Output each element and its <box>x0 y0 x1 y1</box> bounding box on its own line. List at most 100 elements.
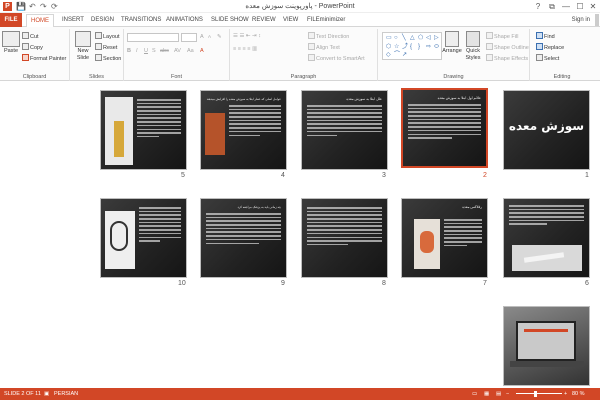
clear-formatting-icon[interactable]: ✎ <box>217 33 222 41</box>
clipboard-group-label: Clipboard <box>22 74 47 80</box>
slide-sorter-view-icon[interactable]: ▦ <box>484 388 489 400</box>
slide-thumbnail-1[interactable]: سوزش معده <box>503 90 590 170</box>
shape-effects-button[interactable]: Shape Effects <box>486 54 528 63</box>
minimize-button[interactable]: — <box>559 0 573 13</box>
slide-3-header: علل ابتلا به سوزش معده <box>346 97 382 101</box>
cut-button[interactable]: Cut <box>22 32 39 41</box>
slide-number-6: 6 <box>585 280 589 287</box>
bold-button[interactable]: B <box>127 47 131 55</box>
close-button[interactable]: ✕ <box>586 0 600 13</box>
slide-10-preview <box>100 198 187 278</box>
pencil-icon <box>486 43 493 50</box>
slide-thumbnail-3[interactable]: علل ابتلا به سوزش معده <box>301 90 388 170</box>
tab-view[interactable]: VIEW <box>279 14 302 27</box>
slides-group-label: Slides <box>89 74 104 80</box>
align-icons[interactable]: ≡ ≡ ≡ ≡ ▥ <box>233 45 257 53</box>
tab-slide-show[interactable]: SLIDE SHOW <box>207 14 253 27</box>
slide-6-preview <box>503 198 590 278</box>
zoom-slider[interactable] <box>516 393 562 394</box>
copy-icon <box>22 43 29 50</box>
strikethrough-button[interactable]: abc <box>160 47 169 55</box>
zoom-in-button[interactable]: + <box>564 388 567 400</box>
tab-insert[interactable]: INSERT <box>58 14 88 27</box>
shape-fill-label: Shape Fill <box>494 34 519 40</box>
ribbon-tabs: FILE HOME INSERT DESIGN TRANSITIONS ANIM… <box>0 13 600 28</box>
zoom-level[interactable]: 80 % <box>572 388 585 400</box>
shapes-gallery[interactable]: ▭ ○ ╲ △ ⬠ ◁ ▷ ⬡ ☆ ⤴{} ⇨ ⬭ ◇ ⌒ ↗ <box>382 32 442 60</box>
shape-outline-button[interactable]: Shape Outline <box>486 43 529 52</box>
change-case-button[interactable]: Aa <box>187 47 194 55</box>
slide-4-header: عوامل اصلی که خطر ابتلا به سوزش معده را … <box>206 97 281 101</box>
tab-transitions[interactable]: TRANSITIONS <box>117 14 165 27</box>
help-icon[interactable]: ? <box>531 0 545 13</box>
replace-button[interactable]: Replace <box>536 43 564 52</box>
replace-icon <box>536 43 543 50</box>
slide-thumbnail-5[interactable] <box>100 90 187 170</box>
text-direction-button[interactable]: Text Direction <box>308 32 349 41</box>
copy-button[interactable]: Copy <box>22 43 43 52</box>
grow-font-button[interactable]: A <box>200 33 204 41</box>
slide-thumbnail-4[interactable]: عوامل اصلی که خطر ابتلا به سوزش معده را … <box>200 90 287 170</box>
font-name-dropdown[interactable] <box>127 33 179 42</box>
proofing-icon[interactable]: ▣ <box>44 388 49 400</box>
new-slide-button[interactable]: New Slide <box>72 31 94 62</box>
font-size-dropdown[interactable] <box>181 33 197 42</box>
bullets-icon[interactable]: ☰ ☰ ⇤ ⇥ ↕ <box>233 32 261 40</box>
font-group-label: Font <box>170 74 182 80</box>
section-label: Section <box>103 56 122 62</box>
find-button[interactable]: Find <box>536 32 555 41</box>
slide-number-1: 1 <box>585 172 589 179</box>
slide-7-preview: رفلاکس معده <box>401 198 488 278</box>
reset-button[interactable]: Reset <box>95 43 117 52</box>
slide-9-preview: چه زمانی باید به پزشک مراجعه کرد <box>200 198 287 278</box>
zoom-out-button[interactable]: − <box>506 388 509 400</box>
slide-thumbnail-6[interactable] <box>503 198 590 278</box>
slide-8-body-lines <box>307 207 382 257</box>
slide-thumbnail-2[interactable]: علائم اول ابتلا به سوزش معده <box>401 88 488 168</box>
slide-thumbnail-9[interactable]: چه زمانی باید به پزشک مراجعه کرد <box>200 198 287 278</box>
text-direction-label: Text Direction <box>316 34 350 40</box>
tab-animations[interactable]: ANIMATIONS <box>162 14 207 27</box>
align-text-icon <box>308 43 315 50</box>
zoom-slider-thumb[interactable] <box>534 391 537 397</box>
shape-effects-label: Shape Effects <box>494 56 529 62</box>
tab-home[interactable]: HOME <box>26 14 54 28</box>
font-color-button[interactable]: A <box>200 47 204 55</box>
shape-fill-button[interactable]: Shape Fill <box>486 32 518 41</box>
slide-10-body-lines <box>139 207 181 257</box>
paste-button[interactable]: Paste <box>2 31 20 55</box>
language-status[interactable]: PERSIAN <box>54 388 78 400</box>
avatar[interactable] <box>595 14 599 26</box>
quick-styles-button[interactable]: Quick Styles <box>462 31 484 62</box>
shadow-button[interactable]: S <box>152 47 156 55</box>
stethoscope-icon <box>110 221 128 251</box>
convert-smartart-button[interactable]: Convert to SmartArt <box>308 54 365 63</box>
new-slide-icon <box>75 31 91 47</box>
maximize-button[interactable]: ☐ <box>573 0 587 13</box>
tab-review[interactable]: REVIEW <box>248 14 280 27</box>
slide-thumbnail-10[interactable] <box>100 198 187 278</box>
format-painter-button[interactable]: Format Painter <box>22 54 66 63</box>
sign-in-link[interactable]: Sign in <box>572 14 590 26</box>
section-button[interactable]: Section <box>95 54 121 63</box>
slide-number-2: 2 <box>483 172 487 179</box>
tab-file[interactable]: FILE <box>0 13 22 27</box>
layout-button[interactable]: Layout <box>95 32 120 41</box>
shrink-font-button[interactable]: A <box>208 33 211 41</box>
quick-styles-icon <box>466 31 480 47</box>
slide-thumbnail-8[interactable] <box>301 198 388 278</box>
italic-button[interactable]: I <box>136 47 138 55</box>
arrange-button[interactable]: Arrange <box>442 31 462 55</box>
ribbon-display-options-icon[interactable]: ⧉ <box>545 0 559 13</box>
align-text-button[interactable]: Align Text <box>308 43 340 52</box>
tab-fileminimizer[interactable]: FILEminimizer <box>303 14 349 27</box>
slide-thumbnail-11[interactable] <box>503 306 590 386</box>
normal-view-icon[interactable]: ▭ <box>472 388 477 400</box>
select-button[interactable]: Select <box>536 54 559 63</box>
tab-design[interactable]: DESIGN <box>87 14 118 27</box>
slide-thumbnail-7[interactable]: رفلاکس معده <box>401 198 488 278</box>
slide-2-preview: علائم اول ابتلا به سوزش معده <box>401 88 488 168</box>
character-spacing-button[interactable]: AV <box>174 47 181 55</box>
reading-view-icon[interactable]: ▤ <box>496 388 501 400</box>
underline-button[interactable]: U <box>144 47 148 55</box>
